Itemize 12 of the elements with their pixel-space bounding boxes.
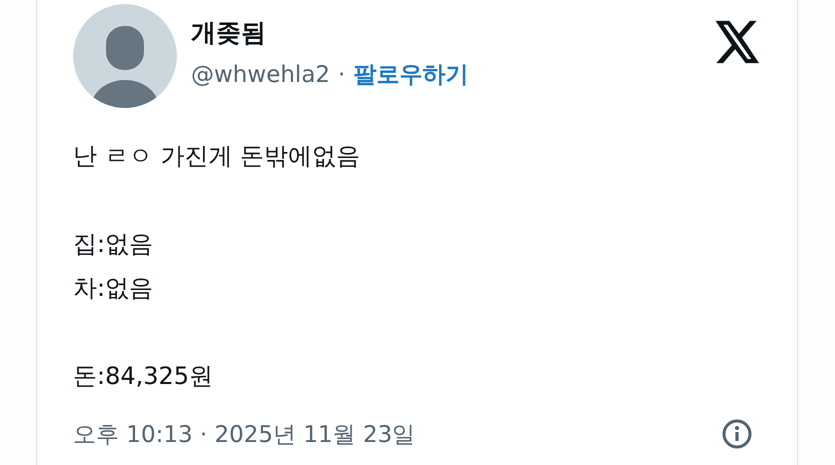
tweet-text: 난 ㄹㅇ 가진게 돈밖에없음 (73, 141, 361, 172)
tweet-text: 돈:84,325원 (73, 361, 214, 392)
tweet-text: 차:없음 (73, 273, 154, 304)
x-logo-icon (715, 20, 761, 64)
separator: · (338, 62, 346, 88)
tweet-text: 집:없음 (73, 229, 154, 260)
timestamp: 오후 10:13 · 2025년 11월 23일 (73, 420, 416, 450)
follow-link[interactable]: 팔로우하기 (353, 59, 468, 90)
avatar-icon (73, 4, 177, 108)
author-name: 개좆됨 (191, 17, 267, 49)
author-handle: @whwehla2 (191, 62, 330, 88)
info-icon[interactable] (721, 418, 753, 450)
